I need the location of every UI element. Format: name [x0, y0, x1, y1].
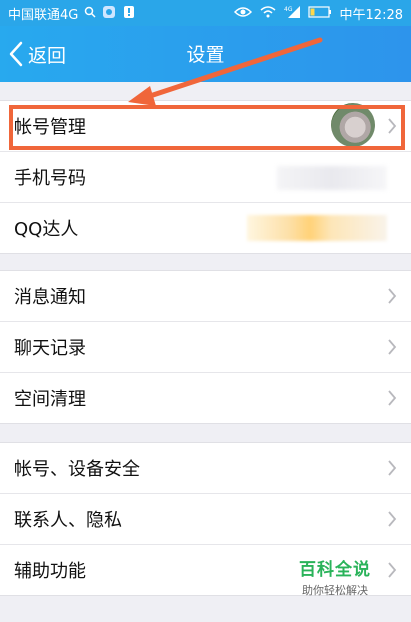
app-notification-icon [102, 5, 116, 23]
settings-item-label: 手机号码 [14, 168, 86, 189]
battery-icon [307, 5, 332, 22]
settings-item-label: QQ达人 [14, 219, 79, 240]
eye-icon [233, 6, 252, 22]
settings-item-notifications[interactable]: 消息通知 [0, 271, 411, 322]
settings-item-label: 空间清理 [14, 389, 86, 410]
signal-icon: 4G [284, 5, 300, 22]
chevron-right-icon [388, 339, 397, 355]
title-bar: 返回 设置 [0, 26, 411, 82]
settings-item-label: 联系人、隐私 [14, 510, 122, 531]
settings-item-phone-number[interactable]: 手机号码 [0, 152, 411, 203]
status-bar: 中国联通4G 4G 中午12:28 [0, 0, 411, 26]
wifi-icon [260, 5, 276, 22]
watermark-subtitle: 助你轻松解决 [302, 584, 368, 597]
settings-group-general: 消息通知 聊天记录 空间清理 [0, 270, 411, 424]
watermark: 百科全说 助你轻松解决 [283, 555, 387, 598]
settings-item-storage-cleanup[interactable]: 空间清理 [0, 373, 411, 423]
watermark-title: 百科全说 [299, 560, 371, 580]
blurred-level-value [247, 215, 387, 241]
settings-item-chat-history[interactable]: 聊天记录 [0, 322, 411, 373]
chevron-right-icon [388, 288, 397, 304]
network-type-label: 4G [284, 6, 293, 13]
chevron-right-icon [388, 562, 397, 578]
settings-item-label: 消息通知 [14, 287, 86, 308]
blurred-phone-value [277, 166, 387, 190]
settings-item-label: 帐号、设备安全 [14, 459, 140, 480]
carrier-label: 中国联通4G [8, 8, 79, 23]
settings-item-account-device-security[interactable]: 帐号、设备安全 [0, 443, 411, 494]
alert-notification-icon [122, 5, 136, 23]
chevron-right-icon [388, 511, 397, 527]
settings-item-contacts-privacy[interactable]: 联系人、隐私 [0, 494, 411, 545]
page-title: 设置 [186, 44, 225, 66]
settings-item-label: 辅助功能 [14, 561, 86, 582]
settings-item-label: 聊天记录 [14, 338, 86, 359]
chevron-right-icon [388, 460, 397, 476]
settings-item-qq-master[interactable]: QQ达人 [0, 203, 411, 253]
chevron-right-icon [388, 390, 397, 406]
clock: 中午12:28 [339, 8, 403, 23]
search-icon [84, 6, 96, 22]
highlight-box [9, 105, 405, 150]
